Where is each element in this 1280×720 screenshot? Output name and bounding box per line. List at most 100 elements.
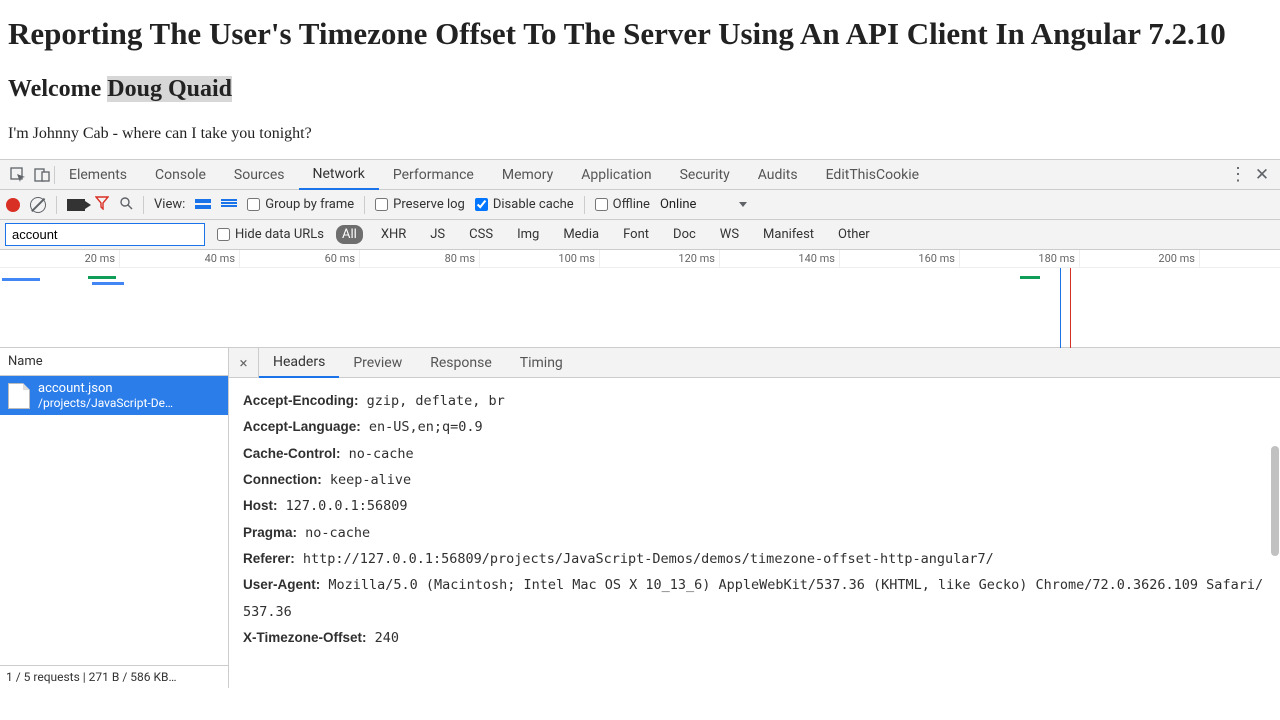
domcontentloaded-line: [1060, 268, 1061, 348]
header-line: Host: 127.0.0.1:56809: [243, 493, 1266, 519]
clear-icon[interactable]: [30, 197, 46, 213]
disable-cache-input[interactable]: [475, 198, 488, 211]
waterfall-bar: [1020, 276, 1040, 279]
small-rows-icon[interactable]: [221, 199, 237, 211]
divider: [584, 196, 585, 214]
record-icon[interactable]: [6, 198, 20, 212]
timeline-tick: 40 ms: [120, 250, 240, 268]
request-name: account.json: [38, 381, 173, 396]
timeline-tick: 140 ms: [720, 250, 840, 268]
filter-type-ws[interactable]: WS: [714, 225, 745, 244]
timeline-tick: 200 ms: [1080, 250, 1200, 268]
headers-body[interactable]: Accept-Encoding: gzip, deflate, brAccept…: [229, 378, 1280, 688]
divider: [143, 196, 144, 214]
search-icon[interactable]: [119, 196, 133, 214]
network-timeline[interactable]: 20 ms 40 ms 60 ms 80 ms 100 ms 120 ms 14…: [0, 250, 1280, 348]
header-value: no-cache: [297, 525, 370, 541]
device-toolbar-icon[interactable]: [30, 163, 54, 187]
header-line: Connection: keep-alive: [243, 467, 1266, 493]
detail-tab-headers[interactable]: Headers: [259, 348, 339, 378]
inspect-element-icon[interactable]: [6, 163, 30, 187]
filter-type-doc[interactable]: Doc: [667, 225, 702, 244]
tab-editthiscookie[interactable]: EditThisCookie: [812, 160, 933, 190]
large-rows-icon[interactable]: [195, 199, 211, 211]
scrollbar-thumb[interactable]: [1271, 446, 1279, 556]
header-key: Pragma:: [243, 525, 297, 540]
header-line: Accept-Encoding: gzip, deflate, br: [243, 388, 1266, 414]
hide-data-urls-input[interactable]: [217, 228, 230, 241]
close-devtools-icon[interactable]: ✕: [1250, 163, 1274, 187]
disable-cache-checkbox[interactable]: Disable cache: [475, 197, 574, 212]
request-list-header[interactable]: Name: [0, 348, 228, 376]
filter-type-media[interactable]: Media: [557, 225, 605, 244]
timeline-ruler: 20 ms 40 ms 60 ms 80 ms 100 ms 120 ms 14…: [0, 250, 1280, 268]
request-list-footer: 1 / 5 requests | 271 B / 586 KB…: [0, 665, 228, 688]
header-line: Pragma: no-cache: [243, 520, 1266, 546]
header-value: gzip, deflate, br: [359, 393, 505, 409]
request-path: /projects/JavaScript-De…: [38, 396, 173, 410]
detail-tab-preview[interactable]: Preview: [339, 348, 416, 378]
close-detail-icon[interactable]: ×: [229, 348, 259, 378]
welcome-heading: Welcome Doug Quaid: [8, 76, 1272, 103]
network-filterbar: Hide data URLs All XHR JS CSS Img Media …: [0, 220, 1280, 250]
group-by-frame-input[interactable]: [247, 198, 260, 211]
filter-type-js[interactable]: JS: [424, 225, 451, 244]
filter-type-font[interactable]: Font: [617, 225, 655, 244]
detail-tab-response[interactable]: Response: [416, 348, 506, 378]
tab-security[interactable]: Security: [666, 160, 744, 190]
tab-network[interactable]: Network: [299, 160, 379, 190]
header-line: Cache-Control: no-cache: [243, 441, 1266, 467]
offline-checkbox[interactable]: Offline: [595, 197, 650, 212]
more-menu-icon[interactable]: ⋮: [1226, 163, 1250, 187]
hide-data-urls-checkbox[interactable]: Hide data URLs: [217, 227, 324, 242]
filter-type-img[interactable]: Img: [511, 225, 545, 244]
filter-type-css[interactable]: CSS: [463, 225, 499, 244]
tab-audits[interactable]: Audits: [744, 160, 812, 190]
tab-memory[interactable]: Memory: [488, 160, 567, 190]
header-value: Mozilla/5.0 (Macintosh; Intel Mac OS X 1…: [243, 577, 1263, 619]
network-content: Name account.json /projects/JavaScript-D…: [0, 348, 1280, 688]
filter-input[interactable]: [5, 223, 205, 246]
filter-icon[interactable]: [95, 196, 109, 214]
timeline-tick: 180 ms: [960, 250, 1080, 268]
filter-type-manifest[interactable]: Manifest: [757, 225, 820, 244]
filter-type-xhr[interactable]: XHR: [375, 225, 412, 244]
timeline-tick: 80 ms: [360, 250, 480, 268]
tab-elements[interactable]: Elements: [55, 160, 141, 190]
screenshot-icon[interactable]: [67, 199, 85, 211]
filter-type-other[interactable]: Other: [832, 225, 876, 244]
throttling-select[interactable]: Online: [660, 197, 697, 212]
throttling-dropdown-icon[interactable]: [739, 202, 747, 207]
tab-performance[interactable]: Performance: [379, 160, 488, 190]
detail-tab-timing[interactable]: Timing: [506, 348, 577, 378]
offline-input[interactable]: [595, 198, 608, 211]
timeline-tick: 60 ms: [240, 250, 360, 268]
tab-application[interactable]: Application: [567, 160, 665, 190]
tab-console[interactable]: Console: [141, 160, 220, 190]
waterfall-bar: [88, 276, 116, 279]
group-by-frame-checkbox[interactable]: Group by frame: [247, 197, 354, 212]
file-icon: [8, 383, 30, 409]
timeline-body: [0, 268, 1280, 348]
load-event-line: [1070, 268, 1071, 348]
header-value: 127.0.0.1:56809: [278, 498, 408, 514]
header-value: en-US,en;q=0.9: [361, 419, 483, 435]
disable-cache-label: Disable cache: [493, 197, 574, 212]
preserve-log-checkbox[interactable]: Preserve log: [375, 197, 465, 212]
view-label: View:: [154, 197, 185, 212]
preserve-log-input[interactable]: [375, 198, 388, 211]
tab-sources[interactable]: Sources: [220, 160, 299, 190]
waterfall-bar: [2, 278, 40, 281]
request-row[interactable]: account.json /projects/JavaScript-De…: [0, 376, 228, 415]
header-key: Host:: [243, 498, 278, 513]
header-key: X-Timezone-Offset:: [243, 630, 367, 645]
offline-label: Offline: [613, 197, 650, 212]
header-line: Accept-Language: en-US,en;q=0.9: [243, 414, 1266, 440]
detail-tabbar: × Headers Preview Response Timing: [229, 348, 1280, 378]
filter-type-all[interactable]: All: [336, 225, 363, 244]
network-toolbar: View: Group by frame Preserve log Disabl…: [0, 190, 1280, 220]
preserve-log-label: Preserve log: [393, 197, 465, 212]
header-key: User-Agent:: [243, 577, 320, 592]
timeline-tick: 20 ms: [0, 250, 120, 268]
header-value: no-cache: [341, 446, 414, 462]
